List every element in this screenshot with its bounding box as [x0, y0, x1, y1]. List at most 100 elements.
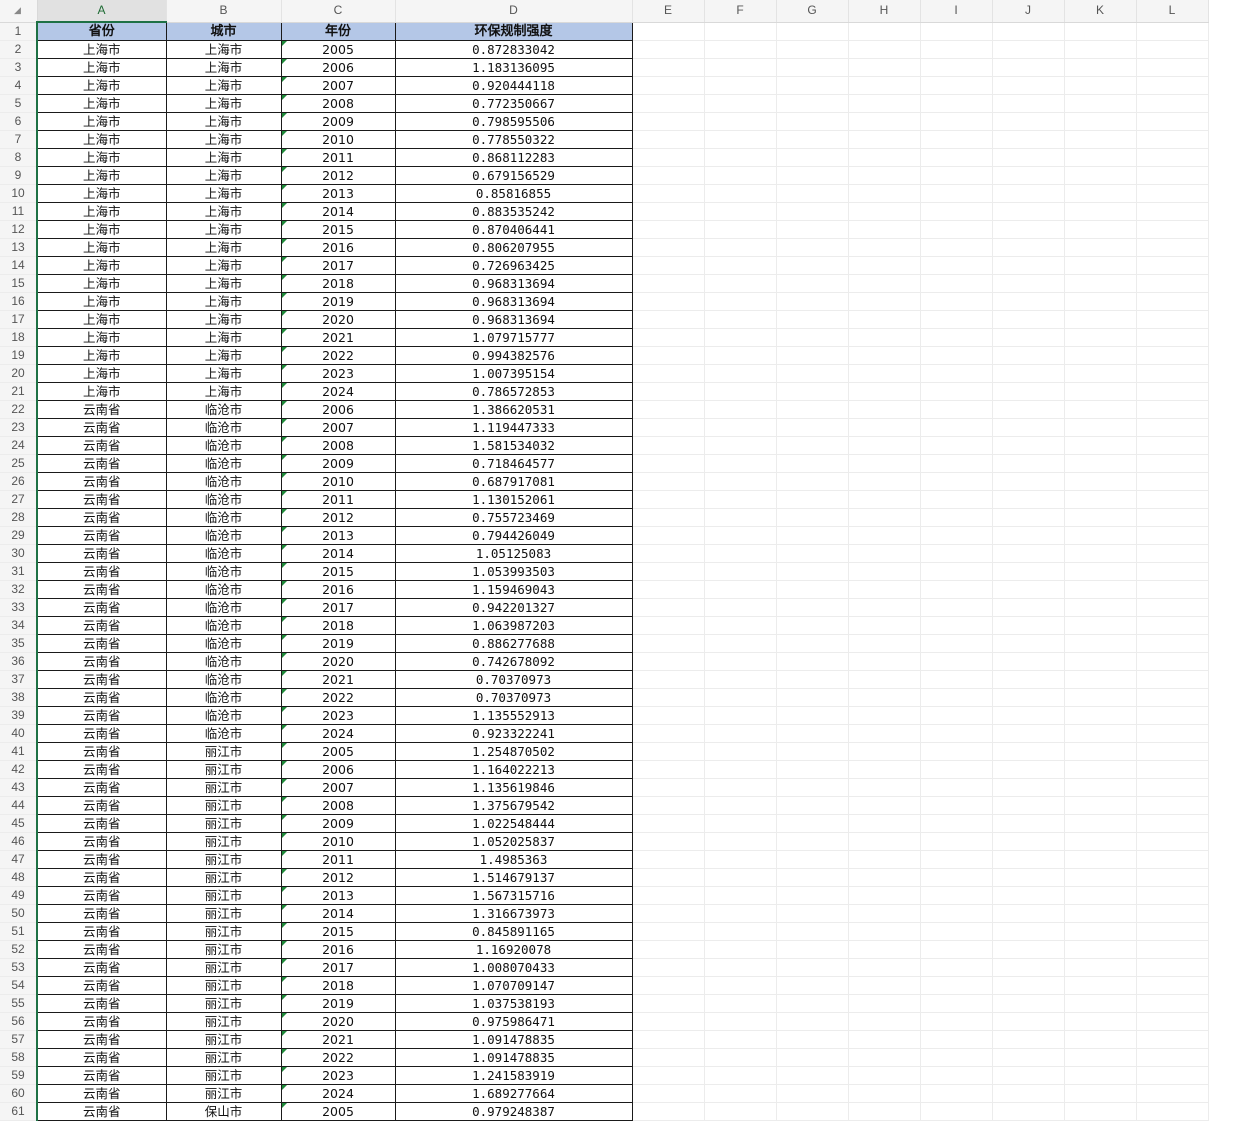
empty-cell[interactable] [920, 1030, 993, 1049]
year-cell[interactable]: 2011 [280, 850, 396, 869]
city-cell[interactable]: 丽江市 [165, 976, 282, 995]
province-cell[interactable]: 上海市 [36, 40, 167, 59]
intensity-cell[interactable]: 1.053993503 [394, 562, 633, 581]
empty-cell[interactable] [1064, 382, 1137, 401]
row-header[interactable]: 51 [0, 922, 38, 941]
empty-cell[interactable] [704, 418, 777, 437]
empty-cell[interactable] [704, 400, 777, 419]
province-cell[interactable]: 上海市 [36, 202, 167, 221]
empty-cell[interactable] [1136, 706, 1209, 725]
empty-cell[interactable] [776, 850, 849, 869]
city-cell[interactable]: 丽江市 [165, 1012, 282, 1031]
column-header-b[interactable]: B [166, 0, 282, 23]
city-cell[interactable]: 上海市 [165, 364, 282, 383]
empty-cell[interactable] [848, 166, 921, 185]
header-cell-year[interactable]: 年份 [280, 21, 396, 41]
empty-cell[interactable] [1136, 508, 1209, 527]
intensity-cell[interactable]: 1.130152061 [394, 490, 633, 509]
year-cell[interactable]: 2018 [280, 976, 396, 995]
empty-cell[interactable] [920, 1012, 993, 1031]
empty-cell[interactable] [776, 688, 849, 707]
empty-cell[interactable] [776, 364, 849, 383]
empty-cell[interactable] [1136, 472, 1209, 491]
empty-cell[interactable] [1136, 940, 1209, 959]
empty-cell[interactable] [992, 868, 1065, 887]
empty-cell[interactable] [776, 796, 849, 815]
city-cell[interactable]: 丽江市 [165, 904, 282, 923]
empty-cell[interactable] [920, 310, 993, 329]
empty-cell[interactable] [848, 238, 921, 257]
empty-cell[interactable] [632, 958, 705, 977]
empty-cell[interactable] [848, 760, 921, 779]
city-cell[interactable]: 上海市 [165, 130, 282, 149]
city-cell[interactable]: 临沧市 [165, 562, 282, 581]
year-cell[interactable]: 2018 [280, 274, 396, 293]
empty-cell[interactable] [632, 976, 705, 995]
column-header-f[interactable]: F [704, 0, 777, 23]
empty-cell[interactable] [632, 472, 705, 491]
empty-cell[interactable] [632, 724, 705, 743]
empty-cell[interactable] [848, 598, 921, 617]
column-header-e[interactable]: E [632, 0, 705, 23]
city-cell[interactable]: 保山市 [165, 1102, 282, 1121]
empty-cell[interactable] [704, 994, 777, 1013]
year-cell[interactable]: 2022 [280, 346, 396, 365]
city-cell[interactable]: 丽江市 [165, 994, 282, 1013]
empty-cell[interactable] [992, 778, 1065, 797]
province-cell[interactable]: 云南省 [36, 796, 167, 815]
empty-cell[interactable] [704, 976, 777, 995]
empty-cell[interactable] [1136, 688, 1209, 707]
empty-cell[interactable] [992, 544, 1065, 563]
empty-cell[interactable] [848, 418, 921, 437]
intensity-cell[interactable]: 0.786572853 [394, 382, 633, 401]
empty-cell[interactable] [992, 436, 1065, 455]
empty-cell[interactable] [632, 310, 705, 329]
year-cell[interactable]: 2005 [280, 742, 396, 761]
empty-cell[interactable] [920, 508, 993, 527]
empty-cell[interactable] [992, 652, 1065, 671]
empty-cell[interactable] [848, 148, 921, 167]
empty-cell[interactable] [1064, 724, 1137, 743]
empty-cell[interactable] [632, 688, 705, 707]
province-cell[interactable]: 云南省 [36, 976, 167, 995]
empty-cell[interactable] [1064, 346, 1137, 365]
province-cell[interactable]: 上海市 [36, 328, 167, 347]
empty-cell[interactable] [1136, 1102, 1209, 1121]
year-cell[interactable]: 2015 [280, 220, 396, 239]
row-header[interactable]: 49 [0, 886, 38, 905]
intensity-cell[interactable]: 0.883535242 [394, 202, 633, 221]
empty-cell[interactable] [776, 346, 849, 365]
empty-cell[interactable] [776, 328, 849, 347]
row-header[interactable]: 13 [0, 238, 38, 257]
empty-cell[interactable] [920, 256, 993, 275]
empty-cell[interactable] [1064, 238, 1137, 257]
empty-cell[interactable] [1064, 562, 1137, 581]
city-cell[interactable]: 临沧市 [165, 616, 282, 635]
empty-cell[interactable] [632, 454, 705, 473]
empty-cell[interactable] [848, 544, 921, 563]
empty-cell[interactable] [632, 526, 705, 545]
empty-cell[interactable] [848, 832, 921, 851]
empty-cell[interactable] [632, 1084, 705, 1103]
empty-cell[interactable] [1136, 238, 1209, 257]
empty-cell[interactable] [848, 130, 921, 149]
empty-cell[interactable] [632, 346, 705, 365]
empty-cell[interactable] [1136, 328, 1209, 347]
year-cell[interactable]: 2020 [280, 1012, 396, 1031]
empty-cell[interactable] [776, 22, 849, 41]
empty-cell[interactable] [992, 364, 1065, 383]
province-cell[interactable]: 上海市 [36, 148, 167, 167]
row-header[interactable]: 10 [0, 184, 38, 203]
empty-cell[interactable] [992, 202, 1065, 221]
empty-cell[interactable] [848, 778, 921, 797]
row-header[interactable]: 20 [0, 364, 38, 383]
year-cell[interactable]: 2014 [280, 202, 396, 221]
row-header[interactable]: 38 [0, 688, 38, 707]
empty-cell[interactable] [992, 562, 1065, 581]
empty-cell[interactable] [632, 148, 705, 167]
empty-cell[interactable] [848, 274, 921, 293]
intensity-cell[interactable]: 1.079715777 [394, 328, 633, 347]
empty-cell[interactable] [704, 904, 777, 923]
year-cell[interactable]: 2015 [280, 922, 396, 941]
city-cell[interactable]: 临沧市 [165, 634, 282, 653]
